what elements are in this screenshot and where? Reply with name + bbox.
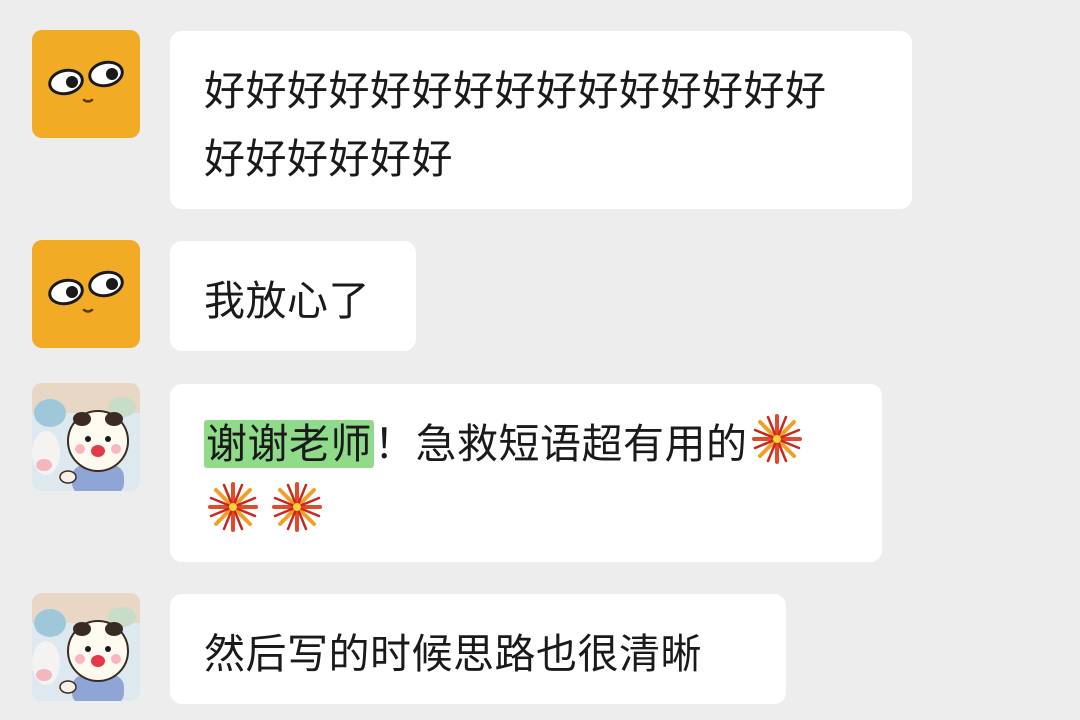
message-text: 我放心了: [204, 277, 370, 325]
message-text-line: 谢谢老师！急救短语超有用的: [204, 410, 848, 478]
firework-emoji: [206, 480, 260, 534]
message-bubble[interactable]: 我放心了: [170, 241, 416, 351]
message-text-line: 好好好好好好: [204, 135, 453, 183]
highlighted-text: 谢谢老师: [204, 420, 374, 468]
orange-face-avatar[interactable]: [32, 30, 140, 138]
message-text: ！急救短语超有用的: [374, 420, 748, 468]
bear-sticker-avatar[interactable]: [32, 593, 140, 701]
firework-emoji: [750, 412, 804, 466]
firework-emoji: [270, 480, 324, 534]
bear-sticker-avatar[interactable]: [32, 383, 140, 491]
chat-screen: { "messages": [ { "avatar": "orange-face…: [0, 0, 1080, 720]
message-text: 然后写的时候思路也很清晰: [204, 630, 702, 678]
message-bubble[interactable]: 好好好好好好好好好好好好好好好 好好好好好好: [170, 31, 912, 209]
message-emoji-line: [204, 478, 848, 546]
message-bubble[interactable]: 然后写的时候思路也很清晰: [170, 594, 786, 704]
message-text-line: 好好好好好好好好好好好好好好好: [204, 67, 827, 115]
orange-face-avatar[interactable]: [32, 240, 140, 348]
message-bubble[interactable]: 谢谢老师！急救短语超有用的: [170, 384, 882, 562]
